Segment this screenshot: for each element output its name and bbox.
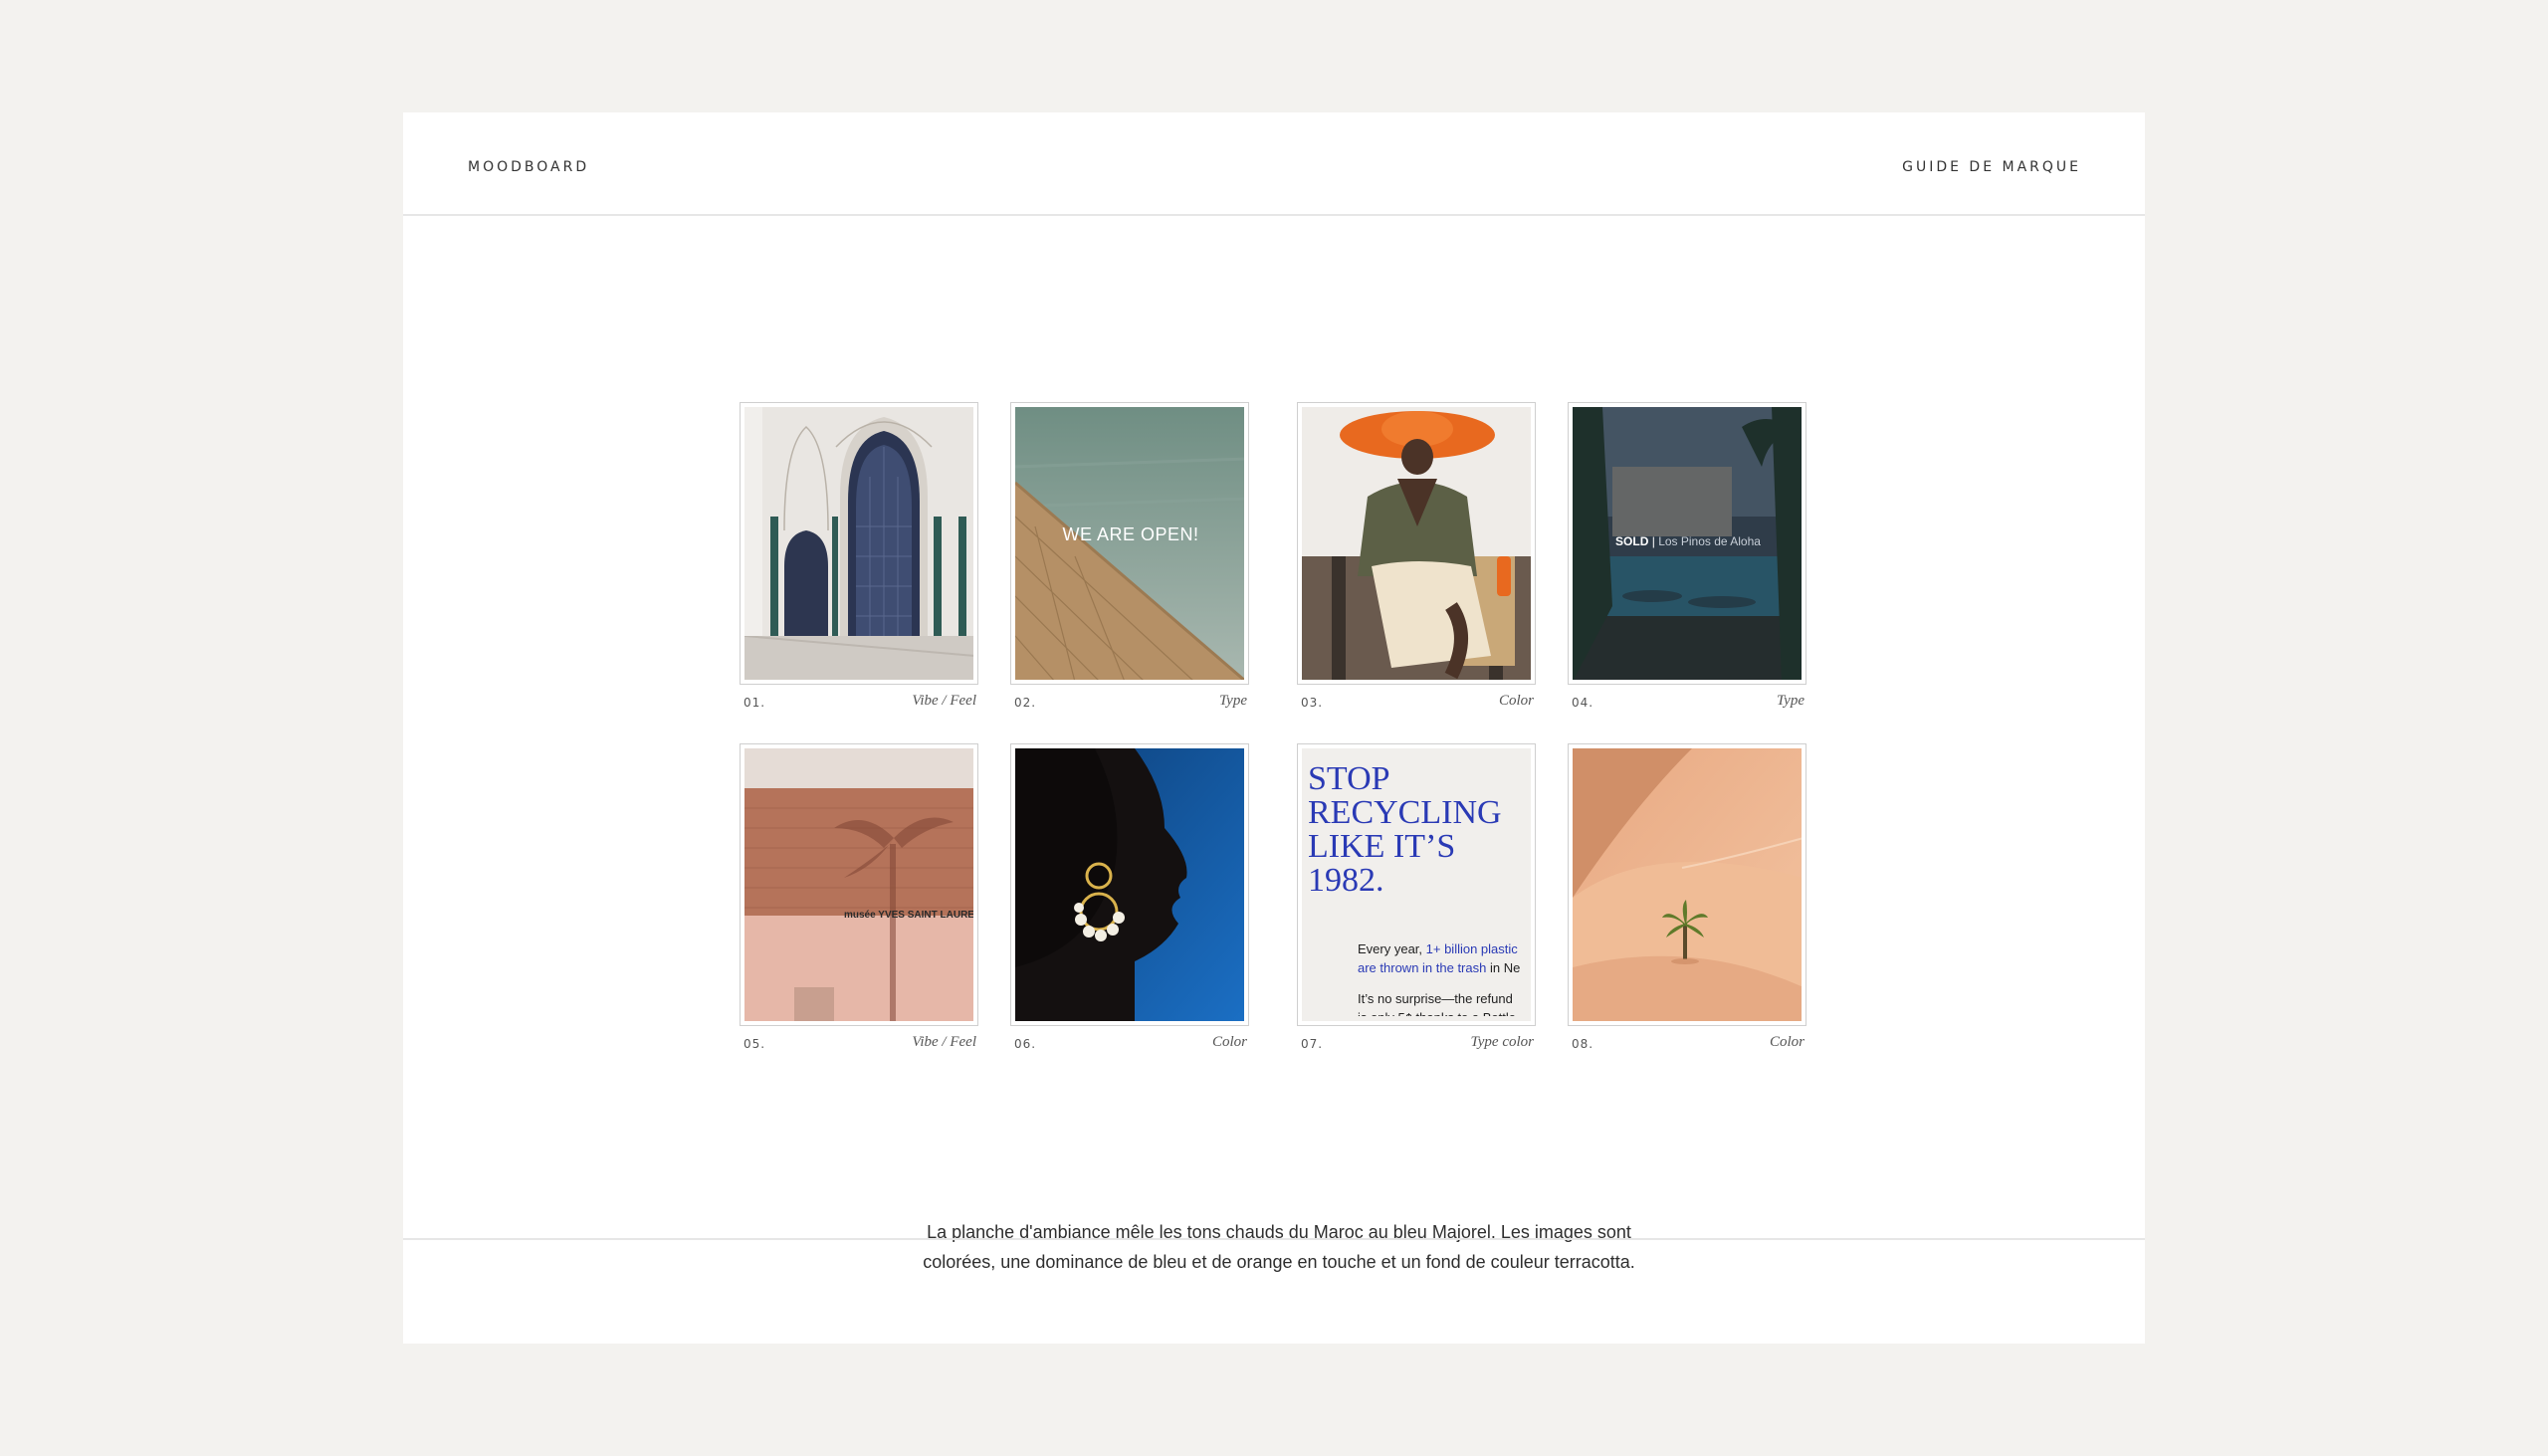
poster-headline-line: RECYCLING — [1308, 794, 1502, 831]
header-title-right: GUIDE DE MARQUE — [1902, 159, 2081, 175]
card-tag: Type — [1776, 693, 1805, 709]
moodboard-card-07[interactable]: STOP RECYCLING LIKE IT’S 1982. Every yea… — [1297, 743, 1536, 1026]
poster-body-text: It’s no surprise—the refund — [1358, 991, 1513, 1006]
poster-body-text: in Ne — [1486, 960, 1521, 975]
image-palm-pool-resort: SOLD | Los Pinos de Aloha — [1573, 407, 1802, 680]
footer-divider — [403, 1238, 2145, 1240]
moodboard-page: MOODBOARD GUIDE DE MARQUE 01. Vibe / Fee… — [403, 112, 2145, 1344]
overlay-sold-text: SOLD | Los Pinos de Aloha — [1615, 534, 1761, 548]
poster-body-highlight: 1+ billion plastic — [1425, 941, 1518, 956]
card-tag: Color — [1498, 693, 1534, 709]
image-desert-dune — [1573, 748, 1802, 1021]
poster-headline-line: LIKE IT’S — [1308, 828, 1456, 865]
image-moroccan-doorway — [744, 407, 973, 680]
page-header: MOODBOARD GUIDE DE MARQUE — [403, 112, 2145, 216]
moodboard-card-08[interactable] — [1568, 743, 1806, 1026]
card-number: 08. — [1572, 1037, 1594, 1051]
card-tag: Vibe / Feel — [912, 693, 976, 709]
card-tag: Type color — [1470, 1034, 1534, 1050]
moodboard-card-01[interactable] — [740, 402, 978, 685]
card-number: 07. — [1301, 1037, 1324, 1051]
moodboard-card-03[interactable] — [1297, 402, 1536, 685]
card-number: 01. — [743, 696, 766, 710]
card-tag: Type — [1218, 693, 1247, 709]
overlay-sold: SOLD — [1615, 534, 1649, 548]
moodboard-card-05[interactable]: musée YVES SAINT LAURE — [740, 743, 978, 1026]
header-title-left: MOODBOARD — [468, 159, 590, 175]
overlay-text: WE ARE OPEN! — [1062, 524, 1199, 544]
card-number: 03. — [1301, 696, 1324, 710]
card-number: 06. — [1014, 1037, 1037, 1051]
card-tag: Color — [1769, 1034, 1805, 1050]
moodboard-card-02[interactable]: WE ARE OPEN! — [1010, 402, 1249, 685]
image-profile-earring — [1015, 748, 1244, 1021]
image-woman-orange-hat — [1302, 407, 1531, 680]
moodboard-caption: La planche d'ambiance mêle les tons chau… — [801, 1217, 1757, 1277]
poster-headline-line: STOP — [1308, 760, 1390, 797]
card-number: 05. — [743, 1037, 766, 1051]
poster-headline-line: 1982. — [1308, 862, 1384, 899]
card-tag: Color — [1211, 1034, 1247, 1050]
card-number: 02. — [1014, 696, 1037, 710]
poster-body-highlight: are thrown in the trash — [1358, 960, 1487, 975]
poster-body-text: Every year, — [1358, 941, 1426, 956]
caption-line: colorées, une dominance de bleu et de or… — [923, 1252, 1635, 1272]
moodboard-card-06[interactable] — [1010, 743, 1249, 1026]
caption-line: La planche d'ambiance mêle les tons chau… — [927, 1222, 1631, 1242]
image-pink-wall-palm: musée YVES SAINT LAURE — [744, 748, 973, 1021]
poster-body: Every year, 1+ billion plastic are throw… — [1358, 939, 1531, 1016]
poster-body-text-cut: is only 5¢ thanks to a Bottle — [1358, 1008, 1531, 1016]
poster-headline: STOP RECYCLING LIKE IT’S 1982. — [1308, 762, 1502, 898]
moodboard-card-04[interactable]: SOLD | Los Pinos de Aloha — [1568, 402, 1806, 685]
image-stop-recycling-poster: STOP RECYCLING LIKE IT’S 1982. Every yea… — [1302, 748, 1531, 1021]
card-number: 04. — [1572, 696, 1594, 710]
card-tag: Vibe / Feel — [912, 1034, 976, 1050]
image-straw-umbrella: WE ARE OPEN! — [1015, 407, 1244, 680]
overlay-location: Los Pinos de Aloha — [1658, 534, 1761, 548]
overlay-museum-sign: musée YVES SAINT LAURE — [844, 910, 973, 921]
